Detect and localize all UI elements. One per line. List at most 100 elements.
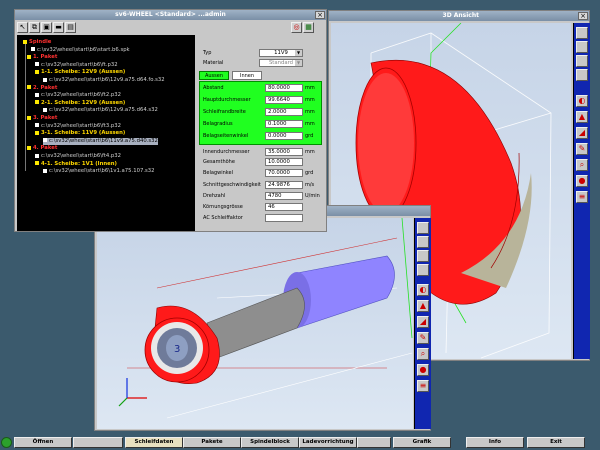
chevron-down-icon: ▼ — [295, 60, 302, 66]
panel-icon[interactable] — [576, 27, 588, 39]
folder-icon — [27, 85, 31, 90]
param-unit: mm — [305, 97, 315, 103]
panel-icon[interactable] — [417, 236, 429, 248]
tree-node[interactable]: 2-1. Scheibe: 12V9 (Aussen) — [35, 100, 125, 107]
param-input[interactable]: 35.0000 — [265, 148, 303, 156]
start-icon[interactable] — [1, 437, 12, 448]
sphere-icon[interactable]: ● — [417, 364, 429, 376]
tree-file-item[interactable]: c:\sv32\wheel\start\b6\ft3.p32 — [35, 123, 121, 130]
copy-icon[interactable]: ⧉ — [29, 22, 40, 33]
taskbar-button[interactable]: Spindelblock — [241, 437, 299, 448]
taskbar-button[interactable]: Grafik — [393, 437, 451, 448]
tree-node[interactable]: 3-1. Scheibe: 11V9 (Aussen) — [35, 130, 125, 137]
wheel-icon[interactable]: ◎ — [291, 22, 302, 33]
zoom-icon[interactable]: ⌕ — [576, 159, 588, 171]
cursor-icon[interactable]: ↖ — [17, 22, 28, 33]
param-label: AC Schleiffaktor — [203, 215, 243, 221]
sphere-icon[interactable]: ● — [576, 175, 588, 187]
param-input[interactable]: 99.6640 — [265, 96, 303, 104]
panel-icon[interactable] — [576, 41, 588, 53]
tree-file-item[interactable]: c:\sv32\wheel\start\b6\ft4.p32 — [35, 153, 121, 160]
delete-icon[interactable]: ▬ — [53, 22, 64, 33]
tree-node[interactable]: 4-1. Scheibe: 1V1 (Innen) — [35, 161, 117, 168]
taskbar-button[interactable]: Öffnen — [14, 437, 72, 448]
pen-icon[interactable]: ✎ — [417, 332, 429, 344]
tab-outer[interactable]: Aussen — [199, 71, 229, 80]
tree-file-item[interactable]: c:\sv32\wheel\start\b6\12v9.a75.d64.fo.s… — [43, 77, 165, 84]
taskbar-button[interactable]: Pakete — [183, 437, 241, 448]
tree-node-label: Spindle — [29, 39, 52, 45]
tree-node-label: c:\sv32\wheel\start\b6\ft4.p32 — [41, 153, 122, 159]
material-select[interactable]: Standard ▼ — [259, 59, 303, 67]
taskbar-button[interactable]: Schleifdaten — [125, 437, 183, 448]
typ-value: 11V9 — [274, 50, 288, 56]
folder-icon — [35, 100, 39, 105]
panel-icon[interactable] — [417, 250, 429, 262]
close-icon[interactable]: × — [315, 11, 325, 19]
tree-node-label: c:\sv32\wheel\start\b6\1v1.a75.107.s32 — [49, 168, 155, 175]
param-input[interactable]: 10.0000 — [265, 158, 303, 166]
light-icon[interactable]: ▲ — [417, 300, 429, 312]
zoom-icon[interactable]: ⌕ — [417, 348, 429, 360]
panel-icon[interactable] — [417, 222, 429, 234]
main-toolbar: ↖ ⧉ ▣ ▬ ▤ — [17, 22, 167, 34]
tree-node[interactable]: 1-1. Scheibe: 12V9 (Aussen) — [35, 69, 125, 76]
folder-icon — [35, 130, 39, 135]
tree-node[interactable]: 3. Paket — [27, 115, 57, 122]
view-lower-window: 3 ◐ ▲ ◢ ✎ ⌕ ● ≡ — [94, 205, 431, 431]
param-label: Belagradius — [203, 121, 233, 127]
tab-inner[interactable]: Innen — [232, 71, 262, 80]
settings-icon[interactable]: ▦ — [303, 22, 314, 33]
param-input[interactable]: 24.9876 — [265, 181, 303, 189]
taskbar-button[interactable]: Exit — [527, 437, 585, 448]
panel-icon[interactable] — [417, 264, 429, 276]
fill-icon[interactable]: ◐ — [417, 284, 429, 296]
tree-file-item[interactable]: c:\sv32\wheel\start\b6\ft2.p32 — [35, 92, 121, 99]
save-icon[interactable]: ▣ — [41, 22, 52, 33]
tree-node[interactable]: 4. Paket — [27, 145, 57, 152]
view-3d-titlebar[interactable]: 3D Ansicht — [329, 11, 589, 21]
param-input[interactable]: 70.0000 — [265, 169, 303, 177]
param-input[interactable]: 80.0000 — [265, 84, 303, 92]
panel-icon[interactable] — [576, 55, 588, 67]
project-tree[interactable]: Spindle c:\sv32\wheel\start\b6\start.b6.s… — [17, 35, 195, 231]
param-input[interactable]: 46 — [265, 203, 303, 211]
main-title: sv6-WHEEL <Standard> ...admin — [115, 11, 226, 18]
tree-file-item[interactable]: c:\sv32\wheel\start\b6\1v1.a75.107.s32 — [43, 168, 155, 175]
param-input[interactable]: 2.0000 — [265, 108, 303, 116]
param-label: Drehzahl — [203, 193, 226, 199]
tree-file-item[interactable]: c:\sv32\wheel\start\b6\ft.p32 — [35, 62, 118, 69]
light-icon[interactable]: ▲ — [576, 111, 588, 123]
print-icon[interactable]: ▤ — [65, 22, 76, 33]
tree-node[interactable]: 1. Paket — [27, 54, 57, 61]
pen-icon[interactable]: ✎ — [576, 143, 588, 155]
tree-node-label: c:\sv32\wheel\start\b6\12v9.a75.d64.fo.s… — [49, 77, 165, 83]
folder-icon — [35, 69, 39, 74]
typ-select[interactable]: 11V9 ▼ — [259, 49, 303, 57]
param-input[interactable]: 0.0000 — [265, 132, 303, 140]
fill-icon[interactable]: ◐ — [576, 95, 588, 107]
tree-file-item[interactable]: c:\sv32\wheel\start\b6\12v9.a75.d64.s32 — [43, 107, 158, 114]
zoom-out-icon[interactable]: ≡ — [417, 380, 429, 392]
tree-node[interactable]: Spindle — [23, 39, 51, 46]
param-input[interactable] — [265, 214, 303, 222]
param-label: Gesamthöhe — [203, 159, 235, 165]
tree-file-item[interactable]: c:\sv32\wheel\start\b6\11v9.a75.d40.s32 — [43, 137, 158, 145]
rotate-icon[interactable]: ◢ — [576, 127, 588, 139]
panel-icon[interactable] — [576, 69, 588, 81]
param-input[interactable]: 4780 — [265, 192, 303, 200]
tree-node[interactable]: 2. Paket — [27, 85, 57, 92]
rotate-icon[interactable]: ◢ — [417, 316, 429, 328]
param-label: Belagseitenwinkel — [203, 133, 249, 139]
zoom-out-icon[interactable]: ≡ — [576, 191, 588, 203]
main-titlebar[interactable]: sv6-WHEEL <Standard> ...admin — [15, 10, 326, 20]
close-icon[interactable]: × — [578, 12, 588, 20]
taskbar-button[interactable]: Info — [466, 437, 524, 448]
view-lower-canvas[interactable]: 3 — [97, 218, 413, 429]
taskbar-spacer — [357, 437, 391, 448]
param-input[interactable]: 0.1000 — [265, 120, 303, 128]
chevron-down-icon: ▼ — [295, 50, 302, 56]
taskbar-button[interactable]: Ladevorrichtung — [299, 437, 357, 448]
folder-icon — [27, 54, 31, 59]
tree-file-item[interactable]: c:\sv32\wheel\start\b6\start.b6.spk — [31, 47, 130, 54]
